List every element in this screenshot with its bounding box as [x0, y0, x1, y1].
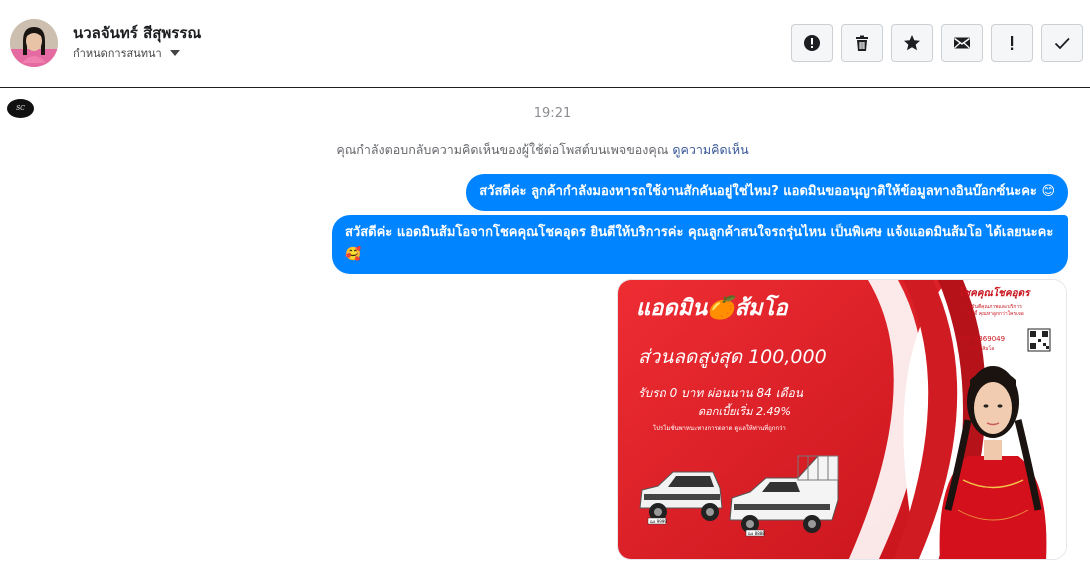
shop-phone: 062-9369049	[958, 335, 1005, 343]
star-button[interactable]	[891, 24, 933, 62]
notice-text: คุณกำลังตอบกลับความคิดเห็นของผู้ใช้ต่อโพ…	[336, 142, 669, 157]
assign-conversation-dropdown[interactable]: กำหนดการสนทนา	[73, 44, 180, 62]
promo-banner-image: แอดมิน🍊ส้มโอ ส่วนลดสูงสุด 100,000 รับรถ …	[618, 280, 1066, 559]
contact-name[interactable]: นวลจันทร์ สีสุพรรณ	[73, 21, 201, 45]
qr-code-icon	[1027, 328, 1051, 352]
delete-button[interactable]	[841, 24, 883, 62]
promo-interest: ดอกเบี้ยเริ่ม 2.49%	[698, 403, 791, 418]
envelope-icon	[954, 37, 970, 49]
star-icon	[904, 35, 920, 51]
mark-unread-button[interactable]	[941, 24, 983, 62]
plate-2: ฌง 8888	[748, 531, 765, 536]
line-label: แอดมินส้มโอ	[966, 345, 994, 352]
conversation-toolbar	[791, 24, 1083, 62]
comment-reply-notice: คุณกำลังตอบกลับความคิดเห็นของผู้ใช้ต่อโพ…	[0, 140, 1085, 160]
caret-down-icon	[169, 50, 180, 56]
message-timestamp: 19:21	[533, 106, 572, 121]
promo-title: แอดมิน🍊ส้มโอ	[636, 294, 789, 321]
view-comment-link[interactable]: ดูความคิดเห็น	[672, 142, 748, 157]
shop-sub1: การันตีคุณภาพและบริการ	[966, 303, 1022, 310]
conversation-header: นวลจันทร์ สีสุพรรณ กำหนดการสนทนา	[0, 0, 1090, 88]
report-button[interactable]	[791, 24, 833, 62]
image-message[interactable]: แอดมิน🍊ส้มโอ ส่วนลดสูงสุด 100,000 รับรถ …	[617, 279, 1067, 560]
message-bubble[interactable]: สวัสดีค่ะ แอดมินส้มโอจากโชคคุณโชคอุดร ยิ…	[332, 215, 1068, 274]
messenger-conversation: นวลจันทร์ สีสุพรรณ กำหนดการสนทนา SC 19:2…	[0, 0, 1090, 567]
trash-icon	[856, 35, 868, 51]
avatar[interactable]	[10, 19, 58, 67]
promo-discount: ส่วนลดสูงสุด 100,000	[638, 346, 827, 368]
check-icon	[1054, 37, 1070, 50]
follow-up-button[interactable]	[991, 24, 1033, 62]
assign-label: กำหนดการสนทนา	[73, 47, 162, 60]
shop-name: โชคคุณโชคอุดร	[958, 286, 1031, 299]
promo-fineprint: โปรโมชั่นพาหนะทางการตลาด ดูแลให้ท่านที่ถ…	[653, 424, 786, 432]
message-bubble[interactable]: สวัสดีค่ะ ลูกค้ากำลังมองหารถใช้งานสักคัน…	[466, 174, 1068, 211]
exclamation-icon	[1011, 36, 1014, 50]
promo-installment: รับรถ 0 บาท ผ่อนนาน 84 เดือน	[638, 386, 804, 400]
report-icon	[804, 35, 820, 51]
mark-done-button[interactable]	[1041, 24, 1083, 62]
plate-1: ฌง 9999	[650, 519, 667, 524]
